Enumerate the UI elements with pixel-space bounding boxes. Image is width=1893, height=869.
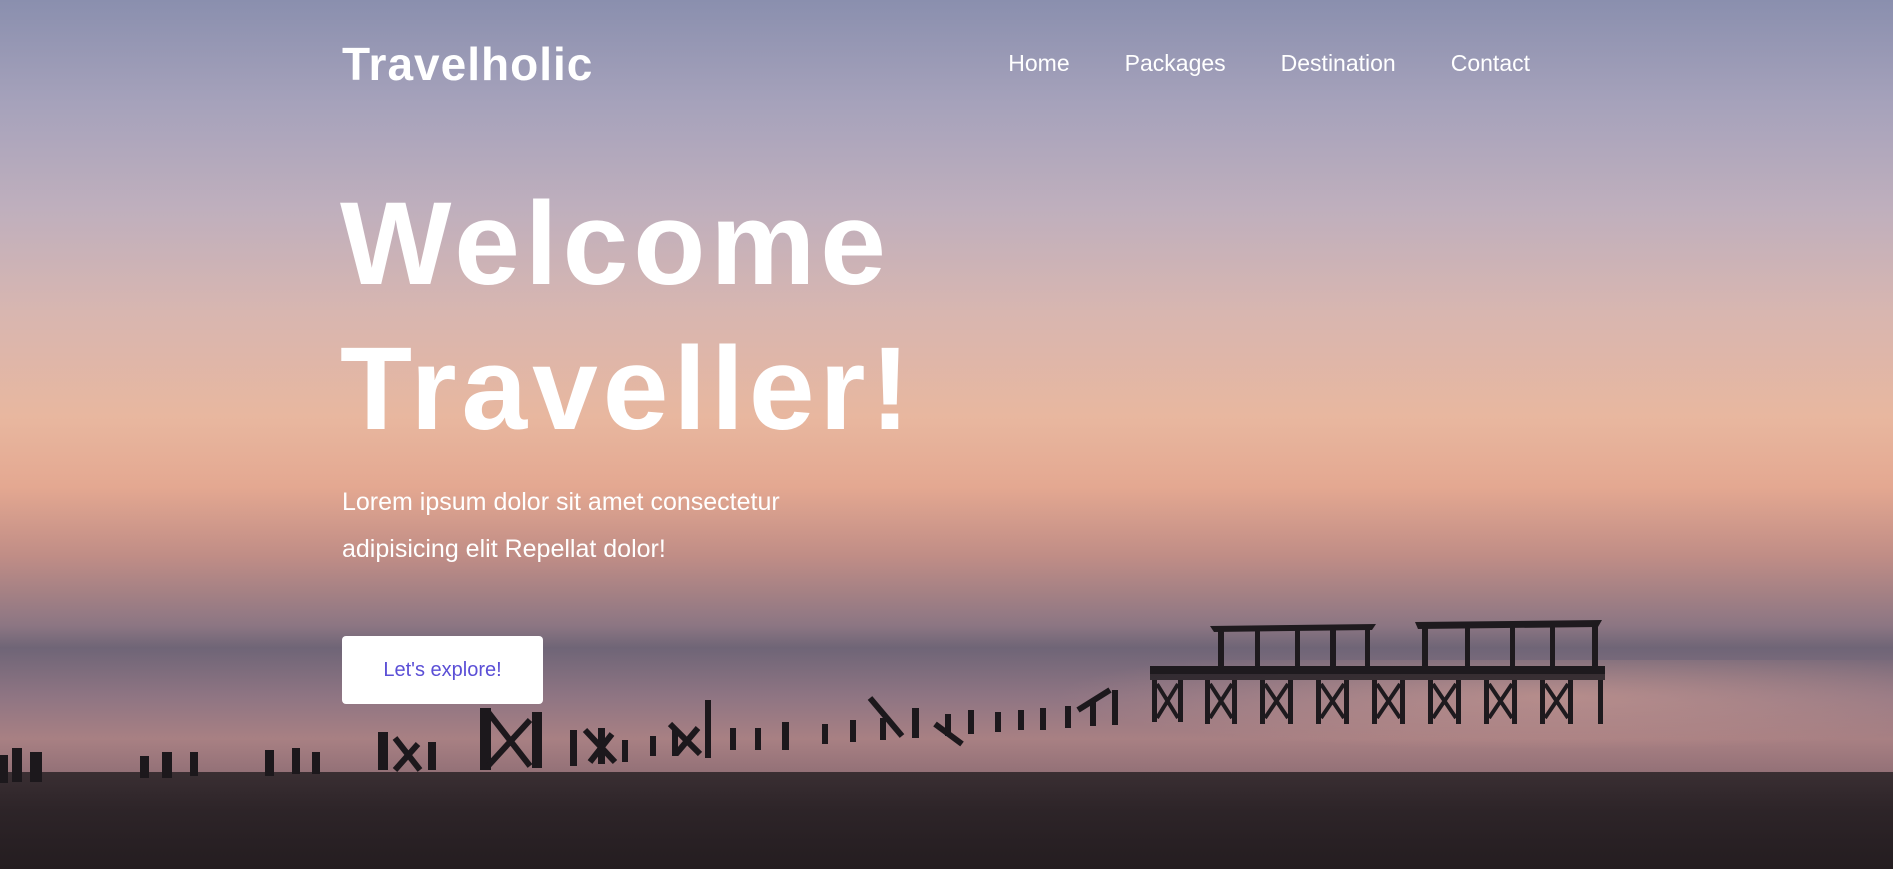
nav-home[interactable]: Home (1008, 50, 1069, 77)
main-nav: Home Packages Destination Contact (1008, 50, 1530, 77)
nav-packages[interactable]: Packages (1125, 50, 1226, 77)
subtitle-line-1: Lorem ipsum dolor sit amet consectetur (342, 488, 780, 516)
brand-logo[interactable]: Travelholic (342, 37, 593, 91)
explore-button[interactable]: Let's explore! (342, 636, 543, 704)
headline-line-2: Traveller! (340, 323, 915, 455)
hero-headline: Welcome Traveller! (340, 172, 915, 462)
hero-subtitle: Lorem ipsum dolor sit amet consectetur a… (342, 479, 902, 573)
nav-contact[interactable]: Contact (1451, 50, 1530, 77)
hero-section: Travelholic Home Packages Destination Co… (0, 0, 1893, 869)
nav-destination[interactable]: Destination (1281, 50, 1396, 77)
subtitle-line-2: adipisicing elit Repellat dolor! (342, 535, 666, 563)
headline-line-1: Welcome (340, 178, 891, 310)
pier-silhouette (0, 620, 1605, 783)
